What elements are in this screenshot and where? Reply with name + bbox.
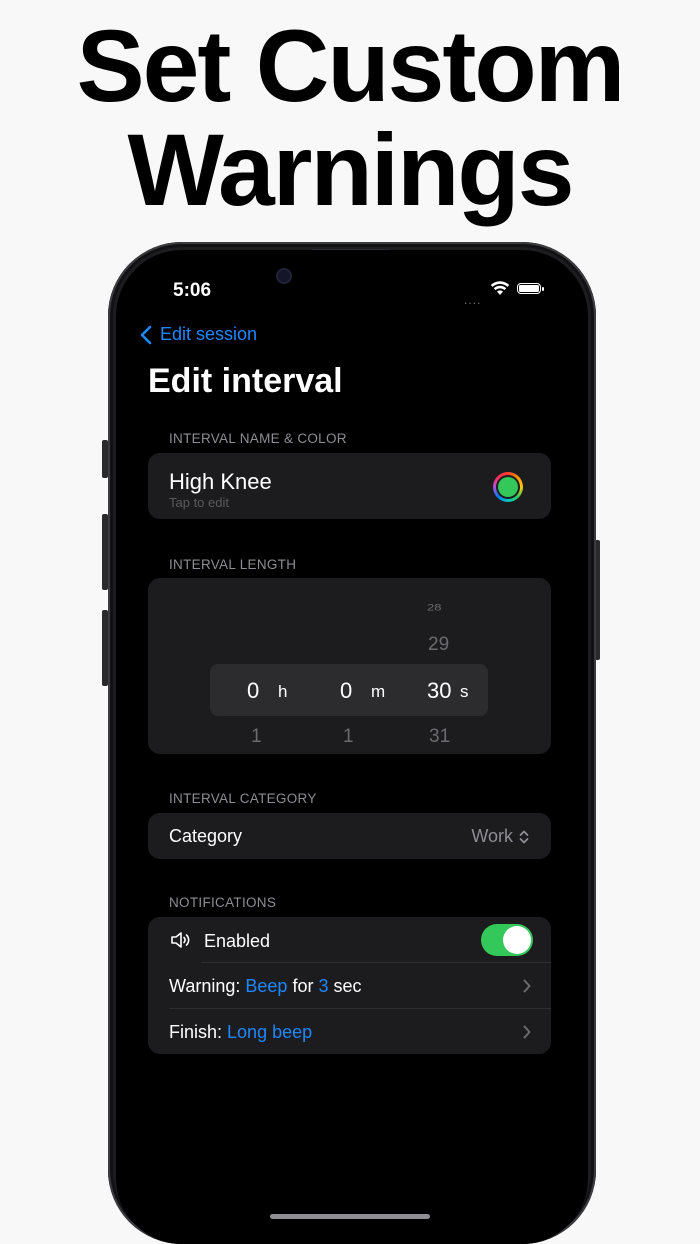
warning-sound-value: Beep bbox=[245, 976, 288, 996]
category-selector[interactable]: Work bbox=[471, 826, 529, 847]
chevron-left-icon bbox=[140, 325, 152, 344]
category-row[interactable]: Category Work bbox=[148, 813, 551, 859]
headline-line-2: Warnings bbox=[127, 113, 575, 227]
headline-line-1: Set Custom bbox=[76, 9, 626, 123]
finish-prefix: Finish: bbox=[169, 1022, 223, 1042]
finish-sound-row[interactable]: Finish: Long beep bbox=[148, 1009, 551, 1054]
interval-name-card[interactable]: High Knee Tap to edit bbox=[148, 453, 551, 519]
front-camera bbox=[278, 270, 290, 282]
seconds-option[interactable]: 29 bbox=[428, 634, 449, 656]
warning-sound-label: Warning: Beep for 3 sec bbox=[169, 976, 362, 997]
category-row-label: Category bbox=[169, 826, 243, 846]
seconds-option[interactable]: 28 bbox=[427, 602, 441, 613]
home-indicator[interactable] bbox=[270, 1214, 430, 1219]
phone-screen: 5:06 .... Edit session Edit interval INT… bbox=[116, 250, 588, 1244]
notifications-enabled-toggle[interactable] bbox=[481, 924, 533, 956]
section-label-name-color: INTERVAL NAME & COLOR bbox=[169, 431, 347, 446]
minutes-unit: m bbox=[371, 682, 386, 701]
headline: Set Custom Warnings bbox=[0, 14, 700, 222]
status-time: 5:06 bbox=[173, 280, 212, 301]
warning-seconds-value: 3 bbox=[318, 976, 329, 996]
section-label-interval-category: INTERVAL CATEGORY bbox=[169, 791, 317, 806]
minutes-value[interactable]: 0 bbox=[340, 678, 352, 704]
warning-sound-row[interactable]: Warning: Beep for 3 sec bbox=[148, 963, 551, 1008]
speaker-icon bbox=[171, 932, 190, 948]
back-button-label: Edit session bbox=[160, 324, 258, 344]
finish-sound-label: Finish: Long beep bbox=[169, 1022, 312, 1043]
minutes-option[interactable]: 1 bbox=[343, 726, 354, 748]
page-title: Edit interval bbox=[148, 362, 343, 400]
section-label-interval-length: INTERVAL LENGTH bbox=[169, 557, 297, 572]
enabled-label: Enabled bbox=[204, 931, 271, 951]
warning-for-text: for bbox=[292, 976, 314, 996]
finish-sound-value: Long beep bbox=[227, 1022, 313, 1042]
battery-icon bbox=[517, 283, 544, 294]
warning-suffix: sec bbox=[333, 976, 362, 996]
section-label-notifications: NOTIFICATIONS bbox=[169, 895, 277, 910]
back-button[interactable]: Edit session bbox=[140, 324, 257, 345]
seconds-option[interactable]: 31 bbox=[429, 726, 450, 748]
warning-prefix: Warning: bbox=[169, 976, 241, 996]
hours-value[interactable]: 0 bbox=[247, 678, 259, 704]
selected-color-swatch bbox=[498, 477, 518, 497]
hours-unit: h bbox=[278, 682, 288, 701]
duration-picker[interactable]: 28 29 0 h 0 m 30 s 1 1 31 bbox=[148, 578, 551, 754]
category-value: Work bbox=[471, 826, 513, 846]
interval-name-hint: Tap to edit bbox=[169, 495, 229, 510]
wifi-icon bbox=[490, 281, 510, 295]
chevron-right-icon bbox=[523, 1025, 531, 1039]
seconds-value[interactable]: 30 bbox=[427, 678, 451, 704]
cellular-signal-icon: .... bbox=[464, 293, 482, 307]
chevron-right-icon bbox=[523, 979, 531, 993]
seconds-unit: s bbox=[460, 682, 469, 701]
chevron-up-down-icon bbox=[519, 830, 529, 843]
notifications-card: Enabled Warning: Beep for 3 sec Finish: … bbox=[148, 917, 551, 1054]
interval-name: High Knee bbox=[169, 469, 272, 494]
hours-option[interactable]: 1 bbox=[251, 726, 262, 748]
